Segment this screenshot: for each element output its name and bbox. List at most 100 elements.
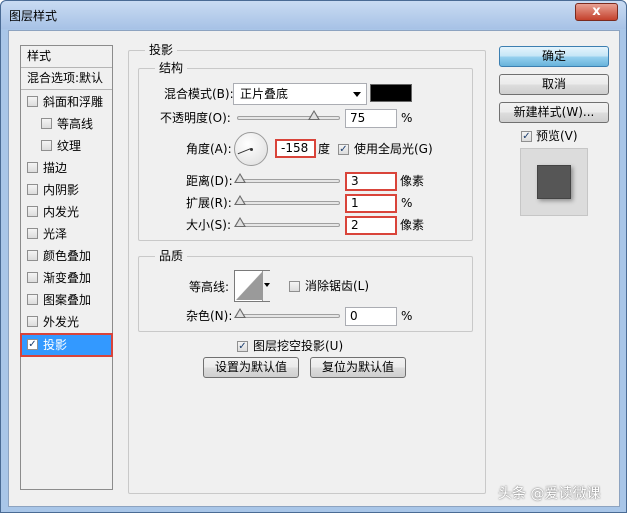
sidebar-item-inner-glow[interactable]: 内发光 (21, 201, 112, 223)
sidebar-item-pattern-overlay[interactable]: 图案叠加 (21, 289, 112, 311)
size-label: 大小(S): (186, 218, 232, 232)
drop-shadow-checkbox[interactable]: ✓ (27, 339, 38, 350)
inner-shadow-checkbox[interactable] (27, 184, 38, 195)
color-overlay-checkbox[interactable] (27, 250, 38, 261)
opacity-input[interactable]: 75 (345, 109, 397, 128)
angle-input[interactable]: -158 (275, 139, 316, 158)
sidebar-item-label: 渐变叠加 (43, 271, 92, 285)
spread-percent: % (401, 196, 413, 210)
noise-slider[interactable] (237, 314, 340, 318)
sidebar-item-color-overlay[interactable]: 颜色叠加 (21, 245, 112, 267)
chevron-down-icon (264, 283, 270, 287)
angle-unit: 度 (318, 142, 331, 156)
angle-dial[interactable] (234, 132, 268, 166)
cancel-button[interactable]: 取消 (499, 74, 609, 95)
sidebar-item-texture[interactable]: 纹理 (21, 135, 112, 157)
distance-unit: 像素 (400, 174, 425, 188)
distance-slider[interactable] (237, 179, 340, 183)
pattern-overlay-checkbox[interactable] (27, 294, 38, 305)
spread-slider[interactable] (237, 201, 340, 205)
sidebar-item-satin[interactable]: 光泽 (21, 223, 112, 245)
knockout-label[interactable]: 图层挖空投影(U) (253, 337, 343, 355)
distance-label: 距离(D): (186, 174, 233, 188)
dialog-client: 样式 混合选项:默认 斜面和浮雕 等高线 纹理 描边 内阴影 内发光 光泽 颜色… (8, 30, 620, 507)
sidebar-item-label: 颜色叠加 (43, 249, 92, 263)
knockout-checkbox[interactable]: ✓ (237, 341, 248, 352)
opacity-slider[interactable] (237, 116, 340, 120)
spread-slider-thumb[interactable] (234, 195, 246, 205)
outer-glow-checkbox[interactable] (27, 316, 38, 327)
ok-button[interactable]: 确定 (499, 46, 609, 67)
sidebar-item-label: 光泽 (43, 227, 68, 241)
sidebar-item-inner-shadow[interactable]: 内阴影 (21, 179, 112, 201)
sidebar-item-label: 图案叠加 (43, 293, 92, 307)
sidebar-item-label: 斜面和浮雕 (43, 95, 104, 109)
inner-glow-checkbox[interactable] (27, 206, 38, 217)
anti-alias-checkbox[interactable] (289, 281, 300, 292)
noise-slider-thumb[interactable] (234, 308, 246, 318)
bevel-emboss-checkbox[interactable] (27, 96, 38, 107)
style-list-header[interactable]: 样式 (21, 46, 112, 68)
texture-checkbox[interactable] (41, 140, 52, 151)
style-list: 样式 混合选项:默认 斜面和浮雕 等高线 纹理 描边 内阴影 内发光 光泽 颜色… (20, 45, 113, 490)
sidebar-item-label: 纹理 (57, 139, 82, 153)
blend-mode-select[interactable]: 正片叠底 (233, 83, 367, 105)
chevron-down-icon (353, 92, 361, 97)
size-slider-thumb[interactable] (234, 217, 246, 227)
opacity-slider-thumb[interactable] (308, 110, 321, 120)
reset-default-button[interactable]: 复位为默认值 (310, 357, 406, 378)
anti-alias-label[interactable]: 消除锯齿(L) (305, 277, 369, 295)
distance-slider-thumb[interactable] (234, 173, 246, 183)
quality-title: 品质 (155, 249, 188, 263)
contour-dropdown[interactable] (262, 271, 270, 301)
preview-swatch (537, 165, 571, 199)
sidebar-item-drop-shadow[interactable]: ✓ 投影 (20, 333, 113, 357)
sidebar-item-label: 内发光 (43, 205, 80, 219)
sidebar-item-stroke[interactable]: 描边 (21, 157, 112, 179)
blend-options-item[interactable]: 混合选项:默认 (21, 68, 112, 90)
angle-dial-needle (237, 148, 251, 155)
stroke-checkbox[interactable] (27, 162, 38, 173)
sidebar-item-gradient-overlay[interactable]: 渐变叠加 (21, 267, 112, 289)
preview-checkbox[interactable]: ✓ (521, 131, 532, 142)
sidebar-item-outer-glow[interactable]: 外发光 (21, 311, 112, 333)
contour-preview-icon (236, 272, 262, 300)
size-unit: 像素 (400, 218, 425, 232)
close-icon: x (592, 4, 601, 19)
satin-checkbox[interactable] (27, 228, 38, 239)
sidebar-item-bevel-emboss[interactable]: 斜面和浮雕 (21, 91, 112, 113)
drop-shadow-title: 投影 (145, 43, 178, 57)
shadow-color-swatch[interactable] (370, 84, 412, 102)
blend-mode-label: 混合模式(B): (164, 87, 234, 101)
blend-mode-value: 正片叠底 (240, 87, 289, 101)
spread-label: 扩展(R): (186, 196, 232, 210)
size-slider[interactable] (237, 223, 340, 227)
noise-input[interactable]: 0 (345, 307, 397, 326)
sidebar-item-label: 等高线 (57, 117, 94, 131)
make-default-button[interactable]: 设置为默认值 (203, 357, 299, 378)
watermark-text: 头条 @爱读微课 (498, 486, 601, 502)
new-style-button[interactable]: 新建样式(W)... (499, 102, 609, 123)
global-light-checkbox[interactable]: ✓ (338, 144, 349, 155)
preview-label[interactable]: 预览(V) (536, 127, 578, 145)
sidebar-item-label: 外发光 (43, 315, 80, 329)
spread-input[interactable]: 1 (345, 194, 397, 213)
layer-style-dialog: 图层样式 x 样式 混合选项:默认 斜面和浮雕 等高线 纹理 描边 内阴影 内发… (0, 0, 627, 513)
contour-checkbox[interactable] (41, 118, 52, 129)
noise-label: 杂色(N): (186, 309, 233, 323)
size-input[interactable]: 2 (345, 216, 397, 235)
distance-input[interactable]: 3 (345, 172, 397, 191)
opacity-label: 不透明度(O): (160, 111, 231, 125)
sidebar-item-contour[interactable]: 等高线 (21, 113, 112, 135)
sidebar-item-label: 投影 (43, 338, 68, 352)
gradient-overlay-checkbox[interactable] (27, 272, 38, 283)
global-light-label[interactable]: 使用全局光(G) (354, 140, 433, 158)
close-button[interactable]: x (575, 3, 618, 21)
sidebar-item-label: 描边 (43, 161, 68, 175)
style-preview (520, 148, 588, 216)
contour-picker[interactable] (234, 270, 270, 302)
title-bar[interactable]: 图层样式 x (1, 1, 626, 29)
structure-title: 结构 (155, 61, 188, 75)
angle-dial-center (250, 148, 253, 151)
sidebar-item-label: 内阴影 (43, 183, 80, 197)
